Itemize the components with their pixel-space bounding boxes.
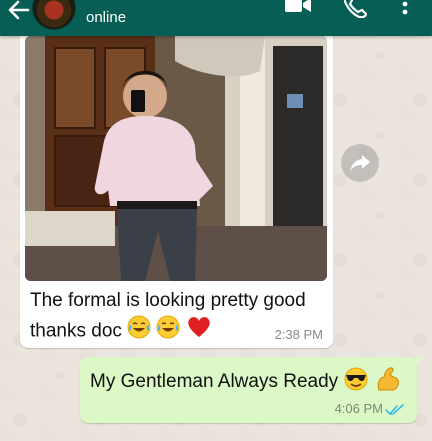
outgoing-message-bubble[interactable]: My Gentleman Always Ready 4:06 PM: [80, 357, 424, 423]
read-ticks-icon: [385, 403, 405, 416]
more-options-icon[interactable]: [398, 0, 412, 18]
contact-status: online: [86, 9, 127, 26]
sunglasses-emoji: [343, 367, 369, 397]
incoming-message-bubble[interactable]: The formal is looking pretty good thanks…: [20, 28, 333, 348]
voice-call-icon[interactable]: [343, 0, 368, 19]
video-call-icon[interactable]: [284, 0, 312, 16]
tears-of-joy-emoji: [156, 315, 180, 348]
contact-avatar[interactable]: [32, 0, 76, 30]
message-photo[interactable]: [25, 36, 327, 281]
back-arrow-icon[interactable]: [6, 0, 32, 22]
forward-icon[interactable]: [341, 144, 379, 182]
flexed-biceps-emoji: [375, 366, 401, 398]
red-heart-emoji: [186, 315, 212, 348]
outgoing-message: My Gentleman Always Ready: [90, 366, 401, 398]
outgoing-timestamp: 4:06 PM: [334, 401, 383, 416]
incoming-timestamp: 2:38 PM: [274, 327, 323, 342]
chat-header: online: [0, 0, 432, 36]
outgoing-message-text: My Gentleman Always Ready: [90, 371, 339, 393]
tears-of-joy-emoji: [127, 315, 151, 348]
